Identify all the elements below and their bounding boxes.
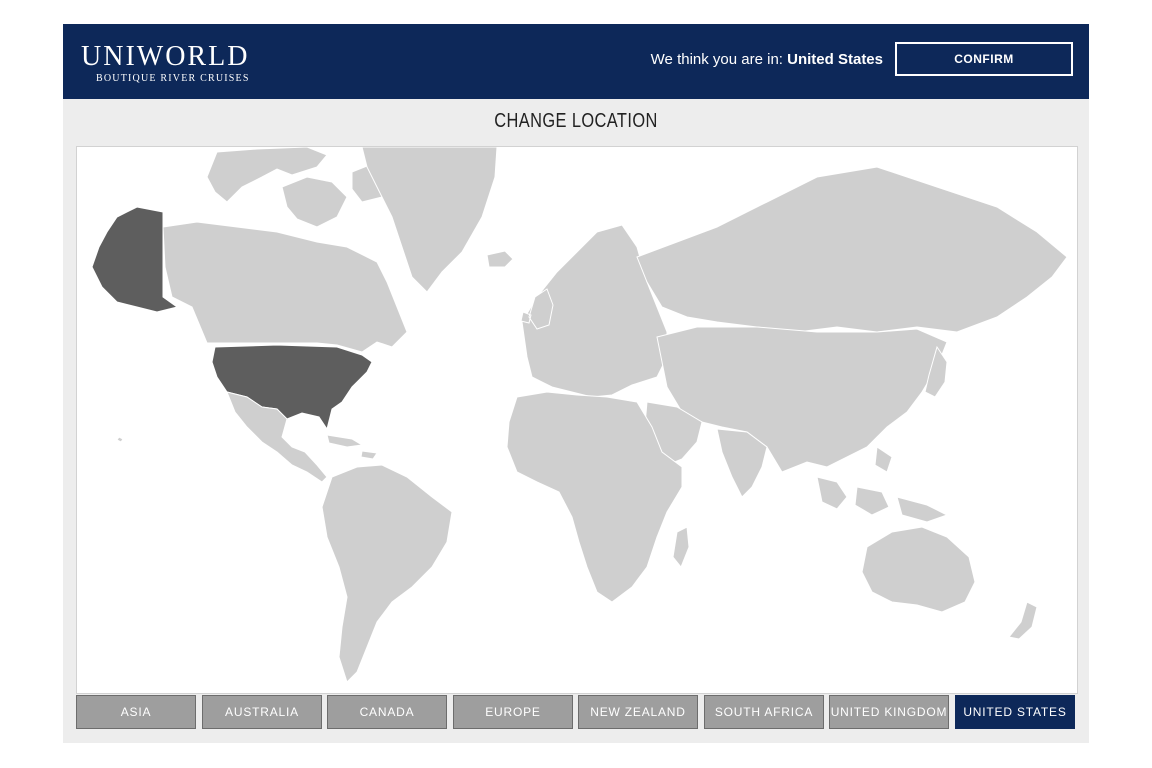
region-button-united-kingdom[interactable]: UNITED KINGDOM	[829, 695, 949, 729]
uniworld-logo[interactable]: UNIWORLD BOUTIQUE RIVER CRUISES	[81, 41, 250, 85]
header-bar: UNIWORLD BOUTIQUE RIVER CRUISES We think…	[63, 24, 1089, 99]
map-region-arctic-islands[interactable]	[206, 147, 393, 228]
map-region-south-america[interactable]	[321, 464, 453, 683]
world-map-svg	[91, 147, 1068, 683]
region-button-south-africa[interactable]: SOUTH AFRICA	[704, 695, 824, 729]
map-region-australia[interactable]	[861, 526, 976, 613]
location-prompt: We think you are in:	[650, 51, 783, 68]
map-region-caribbean[interactable]	[326, 434, 378, 460]
region-button-australia[interactable]: AUSTRALIA	[202, 695, 322, 729]
region-button-united-states[interactable]: UNITED STATES	[955, 695, 1075, 729]
confirm-button[interactable]: CONFIRM	[895, 42, 1073, 76]
logo-tagline: BOUTIQUE RIVER CRUISES	[96, 73, 250, 84]
location-value: United States	[787, 51, 883, 68]
map-region-canada[interactable]	[162, 221, 408, 353]
region-button-canada[interactable]: CANADA	[327, 695, 447, 729]
map-region-greenland[interactable]	[361, 147, 498, 293]
region-button-new-zealand[interactable]: NEW ZEALAND	[578, 695, 698, 729]
world-map	[76, 146, 1078, 694]
location-panel: UNIWORLD BOUTIQUE RIVER CRUISES We think…	[63, 24, 1089, 743]
logo-wordmark: UNIWORLD	[81, 41, 250, 72]
region-button-asia[interactable]: ASIA	[76, 695, 196, 729]
map-region-madagascar[interactable]	[672, 526, 690, 568]
page-title: CHANGE LOCATION	[494, 110, 658, 132]
region-button-europe[interactable]: EUROPE	[453, 695, 573, 729]
map-region-united-states[interactable]	[211, 344, 373, 431]
map-region-hawaii[interactable]	[116, 436, 124, 443]
map-region-asia[interactable]	[656, 326, 948, 473]
detected-location: We think you are in: United States	[651, 51, 883, 68]
region-button-bar: ASIA AUSTRALIA CANADA EUROPE NEW ZEALAND…	[76, 695, 1076, 729]
map-region-new-zealand[interactable]	[1008, 601, 1038, 640]
map-region-russia[interactable]	[636, 166, 1068, 333]
map-region-iceland[interactable]	[486, 250, 514, 268]
